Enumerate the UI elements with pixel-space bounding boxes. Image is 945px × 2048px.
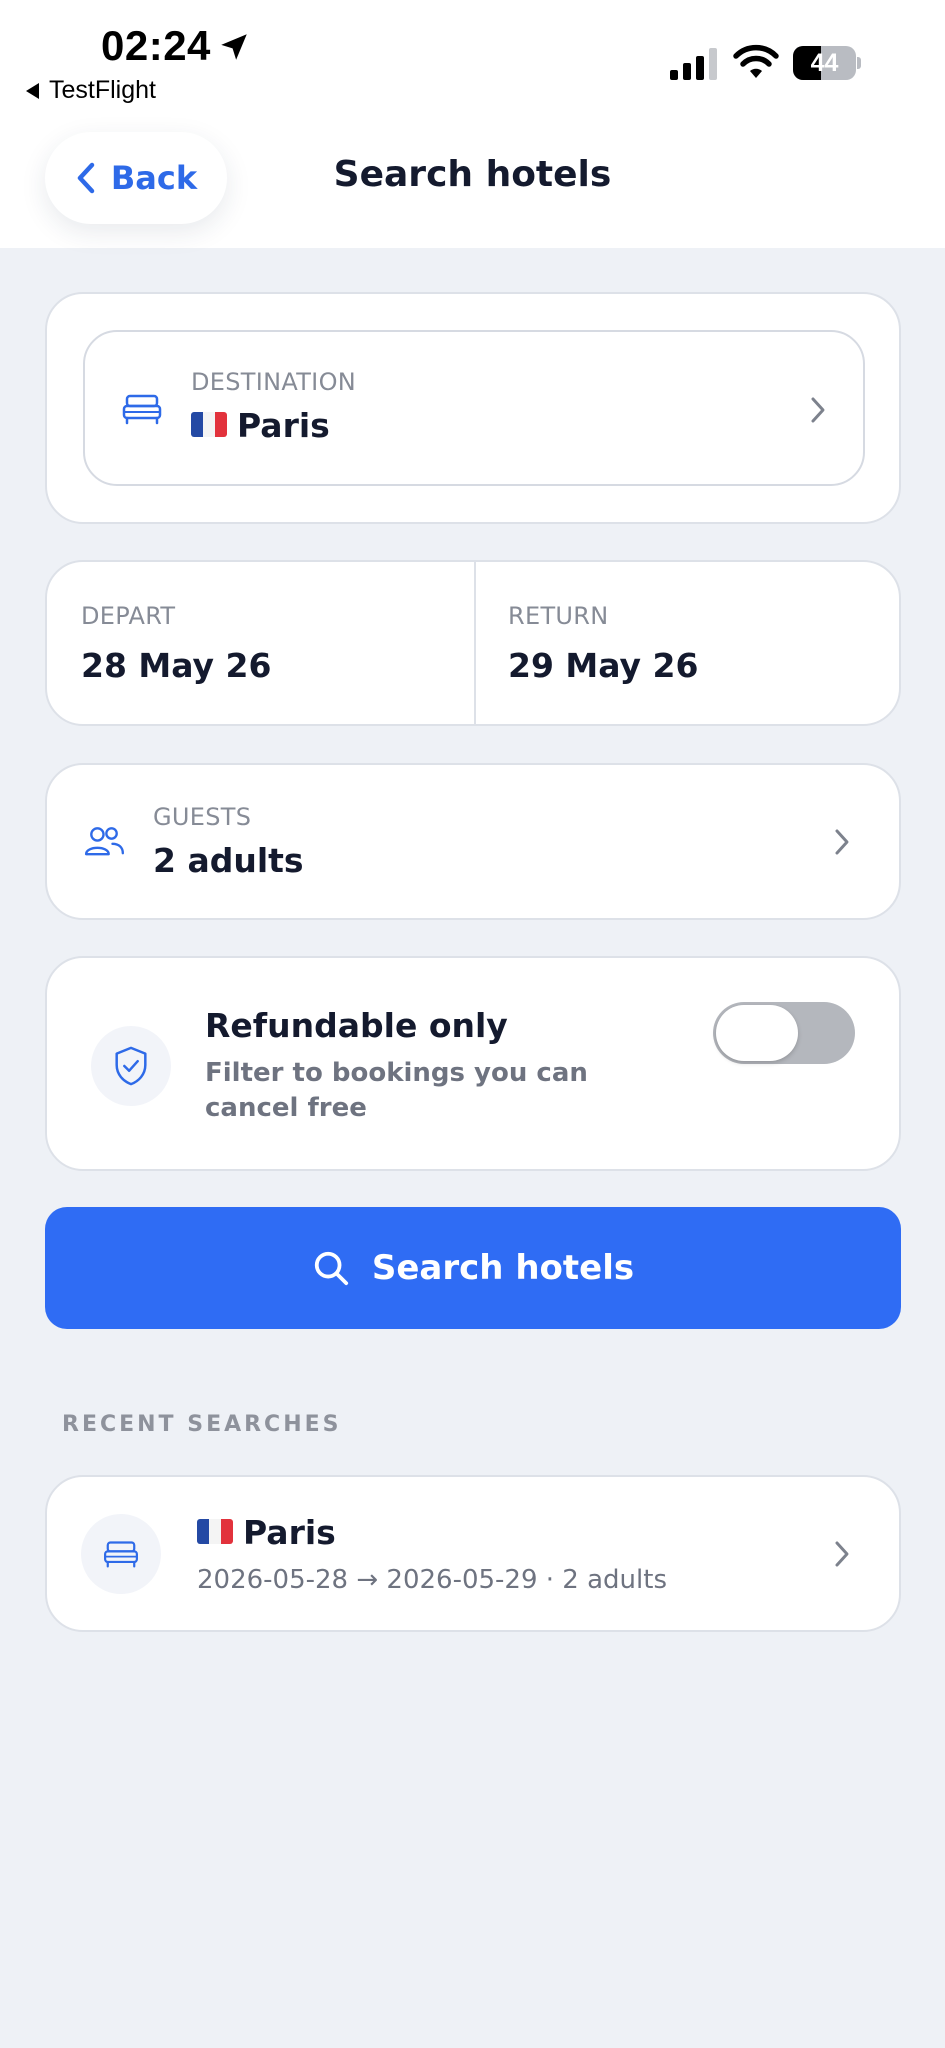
recent-search-item[interactable]: Paris 2026-05-28 → 2026-05-29 · 2 adults [45,1475,901,1632]
shield-icon-circle [91,1026,171,1106]
chevron-right-icon [835,1541,849,1567]
search-hotels-button[interactable]: Search hotels [45,1207,901,1329]
cellular-signal-icon [670,48,717,80]
guests-value: 2 adults [153,841,304,880]
bed-icon-circle [81,1514,161,1594]
guests-card[interactable]: GUESTS 2 adults [45,763,901,920]
search-hotels-label: Search hotels [371,1248,635,1288]
chevron-right-icon [811,397,825,423]
shield-check-icon [115,1046,147,1086]
status-time: 02:24 [101,22,211,69]
guests-icon [84,827,124,856]
guests-label: GUESTS [153,803,252,831]
refundable-toggle[interactable] [713,1002,855,1064]
destination-label: DESTINATION [191,368,357,396]
destination-value-row: Paris [191,406,330,445]
back-triangle-icon [26,82,39,99]
bed-icon [104,1541,138,1568]
page-title: Search hotels [333,154,612,195]
refundable-title: Refundable only [205,1006,508,1045]
search-icon [314,1251,348,1286]
recent-details: 2026-05-28 → 2026-05-29 · 2 adults [197,1565,667,1595]
dates-card: DEPART 28 May 26 RETURN 29 May 26 [45,560,901,726]
depart-label: DEPART [81,602,176,630]
destination-card: DESTINATION Paris [45,292,901,524]
back-app-label: TestFlight [49,76,156,104]
chevron-right-icon [835,829,849,855]
refundable-card: Refundable only Filter to bookings you c… [45,956,901,1171]
france-flag-icon [191,412,227,437]
wifi-icon [733,44,779,78]
depart-field[interactable]: DEPART 28 May 26 [47,562,474,724]
return-label: RETURN [508,602,609,630]
recent-city-row: Paris [197,1513,336,1552]
location-arrow-icon [221,34,247,60]
battery-icon: 44 [793,46,861,80]
refundable-description: Filter to bookings you can cancel free [205,1058,588,1123]
destination-field[interactable]: DESTINATION Paris [83,330,865,486]
france-flag-icon [197,1519,233,1544]
recent-city: Paris [243,1513,336,1552]
toggle-knob [716,1005,798,1061]
back-to-app-link[interactable]: TestFlight [26,76,156,105]
recent-searches-title: RECENT SEARCHES [62,1412,342,1437]
battery-level: 44 [810,49,839,77]
bed-icon [122,394,162,425]
destination-value: Paris [237,406,330,445]
depart-value: 28 May 26 [81,646,272,685]
return-field[interactable]: RETURN 29 May 26 [476,562,901,724]
return-value: 29 May 26 [508,646,699,685]
header: 02:24 TestFlight 44 Back Search hotels [0,0,945,248]
